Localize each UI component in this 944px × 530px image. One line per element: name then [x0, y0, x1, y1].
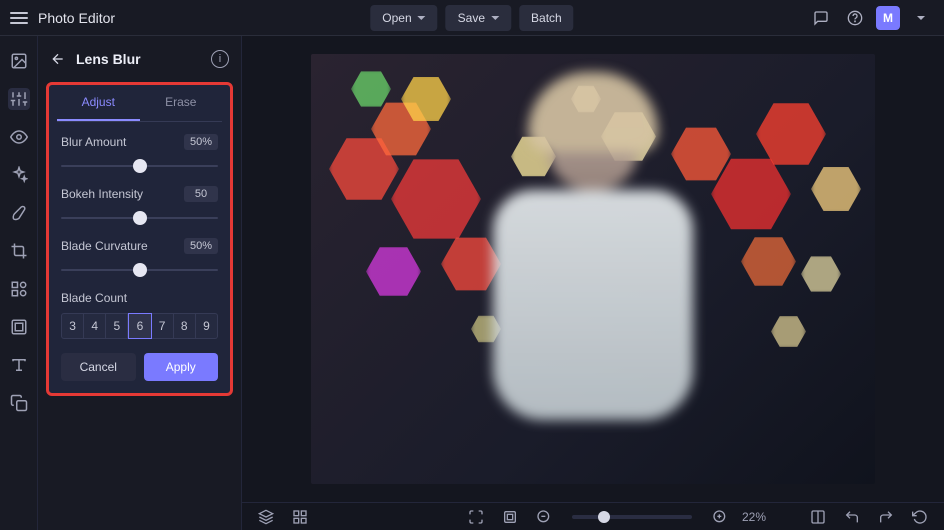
status-bar: 22% — [242, 502, 944, 530]
bokeh-intensity-label: Bokeh Intensity — [61, 187, 143, 201]
blade-curvature-control: Blade Curvature 50% — [61, 238, 218, 278]
batch-label: Batch — [531, 11, 562, 25]
blade-count-9[interactable]: 9 — [196, 313, 218, 339]
top-bar: Photo Editor Open Save Batch M — [0, 0, 944, 36]
tool-rail — [0, 36, 38, 530]
blade-count-segments: 3 4 5 6 7 8 9 — [61, 313, 218, 339]
zoom-slider[interactable] — [572, 515, 692, 519]
info-icon[interactable]: i — [211, 50, 229, 68]
help-icon[interactable] — [842, 5, 868, 31]
frame-tool[interactable] — [8, 316, 30, 338]
subject-placeholder — [473, 80, 713, 440]
canvas-area: 22% — [242, 36, 944, 530]
save-button[interactable]: Save — [446, 5, 511, 31]
back-button[interactable] — [50, 51, 66, 67]
open-label: Open — [382, 11, 411, 25]
blur-amount-label: Blur Amount — [61, 135, 126, 149]
top-center-controls: Open Save Batch — [370, 5, 573, 31]
main-layout: Lens Blur i Adjust Erase Blur Amount 50%… — [0, 36, 944, 530]
chevron-down-icon — [917, 16, 925, 20]
blade-count-5[interactable]: 5 — [106, 313, 128, 339]
app-title: Photo Editor — [38, 10, 115, 26]
property-panel: Lens Blur i Adjust Erase Blur Amount 50%… — [38, 36, 242, 530]
chevron-down-icon — [418, 16, 426, 20]
image-tool[interactable] — [8, 50, 30, 72]
bokeh-intensity-value[interactable]: 50 — [184, 186, 218, 202]
blade-count-control: Blade Count 3 4 5 6 7 8 9 — [61, 290, 218, 339]
menu-icon[interactable] — [10, 9, 28, 27]
redo-icon[interactable] — [874, 505, 898, 529]
bokeh-intensity-control: Bokeh Intensity 50 — [61, 186, 218, 226]
text-tool[interactable] — [8, 354, 30, 376]
panel-tabs: Adjust Erase — [57, 85, 222, 122]
lens-blur-card: Adjust Erase Blur Amount 50% Bokeh Inten… — [46, 82, 233, 396]
adjust-tool[interactable] — [8, 88, 30, 110]
blur-amount-control: Blur Amount 50% — [61, 134, 218, 174]
tab-adjust[interactable]: Adjust — [57, 85, 140, 121]
grid-icon[interactable] — [288, 505, 312, 529]
shapes-tool[interactable] — [8, 278, 30, 300]
bokeh-intensity-slider[interactable] — [61, 210, 218, 226]
panel-header: Lens Blur i — [38, 44, 241, 74]
top-right: M — [808, 5, 934, 31]
compare-icon[interactable] — [806, 505, 830, 529]
zoom-out-icon[interactable] — [532, 505, 556, 529]
blade-count-4[interactable]: 4 — [84, 313, 106, 339]
panel-actions: Cancel Apply — [61, 353, 218, 381]
comment-icon[interactable] — [808, 5, 834, 31]
reset-icon[interactable] — [908, 505, 932, 529]
blade-count-6[interactable]: 6 — [128, 313, 151, 339]
blade-count-3[interactable]: 3 — [61, 313, 84, 339]
zoom-value: 22% — [742, 510, 766, 524]
chevron-down-icon — [491, 16, 499, 20]
blade-count-7[interactable]: 7 — [152, 313, 174, 339]
zoom-in-icon[interactable] — [708, 505, 732, 529]
save-label: Save — [458, 11, 485, 25]
eye-tool[interactable] — [8, 126, 30, 148]
blade-curvature-value[interactable]: 50% — [184, 238, 218, 254]
open-button[interactable]: Open — [370, 5, 437, 31]
blade-count-8[interactable]: 8 — [174, 313, 196, 339]
blur-amount-value[interactable]: 50% — [184, 134, 218, 150]
panel-title: Lens Blur — [76, 51, 141, 67]
actual-size-icon[interactable] — [498, 505, 522, 529]
apply-button[interactable]: Apply — [144, 353, 219, 381]
account-menu-chevron[interactable] — [908, 5, 934, 31]
blur-amount-slider[interactable] — [61, 158, 218, 174]
canvas[interactable] — [311, 54, 875, 484]
canvas-wrap — [242, 36, 944, 502]
blade-curvature-label: Blade Curvature — [61, 239, 148, 253]
blade-count-label: Blade Count — [61, 291, 127, 305]
clone-tool[interactable] — [8, 392, 30, 414]
sparkle-tool[interactable] — [8, 164, 30, 186]
layers-icon[interactable] — [254, 505, 278, 529]
tab-erase[interactable]: Erase — [140, 85, 223, 121]
undo-icon[interactable] — [840, 505, 864, 529]
cancel-button[interactable]: Cancel — [61, 353, 136, 381]
batch-button[interactable]: Batch — [519, 5, 574, 31]
brush-tool[interactable] — [8, 202, 30, 224]
blade-curvature-slider[interactable] — [61, 262, 218, 278]
avatar[interactable]: M — [876, 6, 900, 30]
fit-screen-icon[interactable] — [464, 505, 488, 529]
crop-tool[interactable] — [8, 240, 30, 262]
